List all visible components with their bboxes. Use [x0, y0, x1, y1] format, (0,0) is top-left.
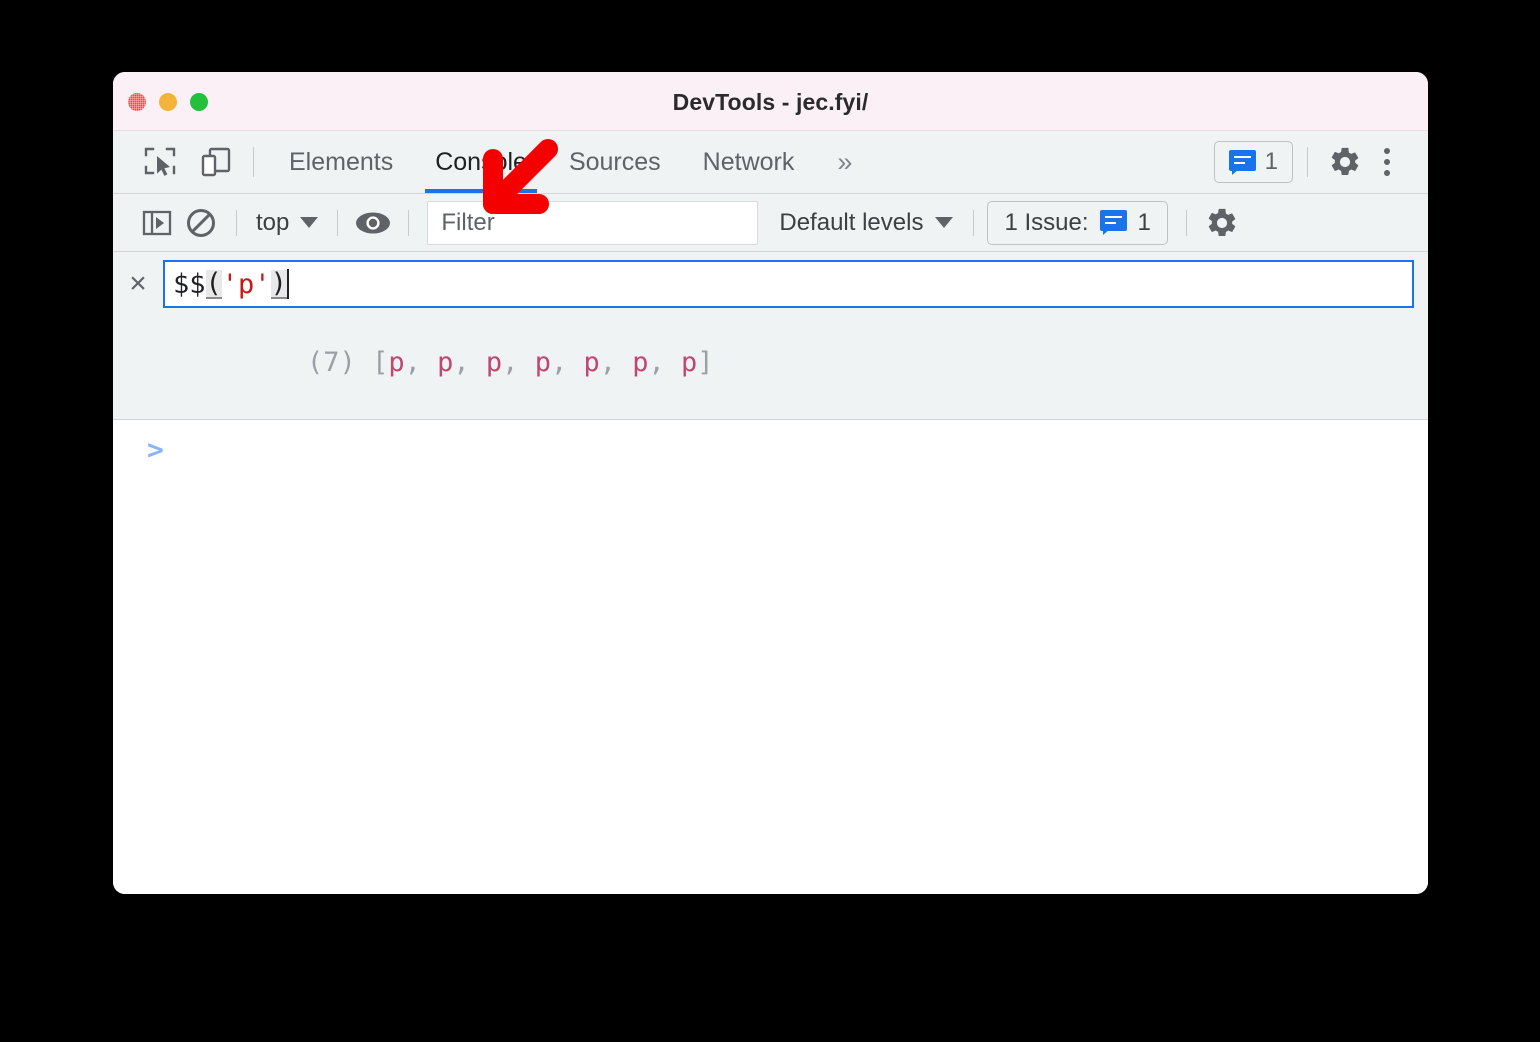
console-toolbar-divider-3: [408, 209, 410, 236]
result-open-bracket: [: [372, 347, 389, 378]
tab-network-label: Network: [702, 147, 795, 176]
tab-console-label: Console: [435, 147, 527, 176]
result-count: (7): [307, 347, 373, 378]
eye-icon[interactable]: [351, 201, 395, 245]
log-levels-selector[interactable]: Default levels: [779, 208, 954, 237]
issue-bubble-icon: [1228, 149, 1256, 175]
console-issues-label: 1 Issue:: [1004, 208, 1089, 236]
live-expression-input[interactable]: $$('p'): [163, 260, 1414, 308]
tab-network[interactable]: Network: [693, 131, 805, 193]
issues-badge-count: 1: [1264, 148, 1278, 175]
tab-sources-label: Sources: [568, 147, 661, 176]
live-expr-token-string: 'p': [221, 268, 271, 300]
gear-icon[interactable]: [1200, 201, 1244, 245]
tabbar-right-actions: 1: [1213, 139, 1428, 185]
tabbar-right-divider: [1307, 147, 1308, 177]
live-expression-result: (7) [p, p, p, p, p, p, p]: [113, 308, 1428, 409]
devtools-window: DevTools - jec.fyi/ Elements Console Sou…: [113, 72, 1428, 894]
live-expression-panel: × $$('p') (7) [p, p, p, p, p, p, p]: [113, 252, 1428, 420]
execution-context-selector[interactable]: top: [250, 209, 324, 237]
console-toolbar-divider-1: [236, 209, 237, 236]
tabbar-divider: [253, 147, 254, 177]
more-tabs-icon[interactable]: »: [829, 147, 860, 178]
console-body: × $$('p') (7) [p, p, p, p, p, p, p] >: [113, 252, 1428, 894]
device-toolbar-icon[interactable]: [193, 139, 239, 185]
inspect-element-icon[interactable]: [137, 139, 183, 185]
console-issues-count: 1: [1137, 208, 1151, 236]
result-close-bracket: ]: [697, 347, 714, 378]
prompt-chevron-icon: >: [147, 433, 164, 466]
clear-console-icon[interactable]: [179, 201, 223, 245]
filter-placeholder: Filter: [441, 208, 495, 236]
tab-console[interactable]: Console: [425, 131, 537, 193]
live-expr-token-function: $$: [173, 268, 206, 300]
gear-icon[interactable]: [1322, 139, 1368, 185]
console-toolbar-divider-4: [973, 209, 975, 236]
remove-live-expression-button[interactable]: ×: [113, 269, 163, 299]
log-levels-value: Default levels: [779, 208, 924, 236]
issues-badge-button[interactable]: 1: [1213, 141, 1293, 183]
tab-sources[interactable]: Sources: [559, 131, 671, 193]
kebab-menu-icon[interactable]: [1368, 148, 1406, 176]
chevron-down-icon: [300, 217, 319, 228]
result-items: p, p, p, p, p, p, p: [388, 347, 698, 378]
filter-input[interactable]: Filter: [427, 200, 759, 245]
console-sidebar-icon[interactable]: [135, 201, 179, 245]
issue-bubble-icon: [1099, 210, 1127, 235]
live-expr-token-open-paren: (: [205, 267, 222, 299]
live-expr-token-close-paren: ): [270, 267, 287, 299]
console-toolbar-divider-5: [1185, 209, 1187, 236]
devtools-tabbar: Elements Console Sources Network » 1: [113, 131, 1428, 194]
execution-context-value: top: [256, 208, 290, 236]
live-expression-row: × $$('p'): [113, 260, 1428, 308]
console-issues-button[interactable]: 1 Issue: 1: [987, 200, 1168, 245]
console-toolbar: top Filter Default levels 1 Issue: 1: [113, 194, 1428, 252]
console-toolbar-divider-2: [337, 209, 339, 236]
window-titlebar: DevTools - jec.fyi/: [113, 72, 1428, 131]
tab-elements-label: Elements: [289, 147, 394, 176]
chevron-down-icon: [935, 217, 954, 228]
text-caret: [286, 269, 289, 299]
console-prompt-row[interactable]: >: [113, 420, 1428, 464]
tab-elements[interactable]: Elements: [279, 131, 403, 193]
window-title: DevTools - jec.fyi/: [672, 89, 869, 115]
